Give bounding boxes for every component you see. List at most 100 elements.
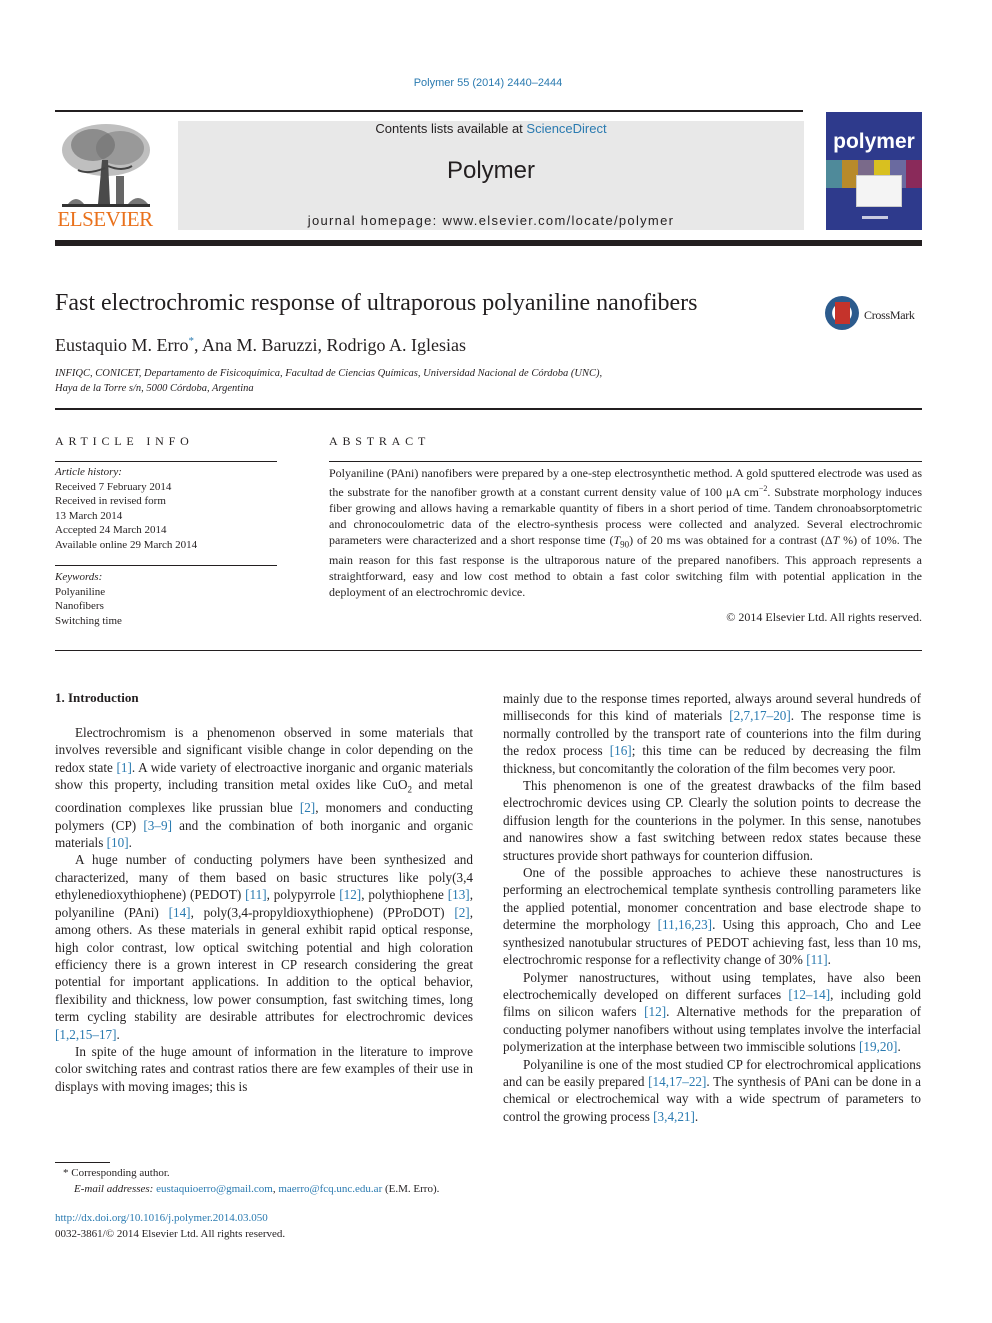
crossmark-label: CrossMark [864, 308, 915, 322]
paragraph: A huge number of conducting polymers hav… [55, 851, 473, 1042]
affiliation: INFIQC, CONICET, Departamento de Fisicoq… [55, 366, 602, 396]
citation-link[interactable]: [3–9] [143, 818, 172, 833]
text: . [897, 1039, 901, 1055]
email-link[interactable]: maerro@fcq.unc.edu.ar [278, 1183, 382, 1195]
citation-link[interactable]: [1,2,15–17] [55, 1027, 117, 1042]
paragraph: Electrochromism is a phenomenon observed… [55, 724, 473, 851]
author-name[interactable]: Eustaquio M. Erro [55, 335, 188, 355]
footnote: * Corresponding author. E-mail addresses… [63, 1165, 439, 1197]
history-item: 13 March 2014 [55, 509, 123, 522]
paragraph: This phenomenon is one of the greatest d… [503, 778, 921, 863]
text: , among others. As these materials in ge… [55, 904, 473, 1025]
email-line: E-mail addresses: eustaquioerro@gmail.co… [63, 1181, 439, 1197]
citation-link[interactable]: [14] [169, 905, 191, 920]
citation-link[interactable]: [12] [339, 887, 361, 902]
paragraph: Polyaniline is one of the most studied C… [503, 1056, 921, 1126]
doi-block: http://dx.doi.org/10.1016/j.polymer.2014… [55, 1210, 285, 1242]
contents-line: Contents lists available at ScienceDirec… [178, 121, 804, 136]
abstract-heading: ABSTRACT [329, 434, 431, 448]
text: . [128, 835, 132, 851]
keyword[interactable]: Polyaniline [55, 585, 122, 600]
abstract-rule [329, 461, 922, 462]
affiliation-line: INFIQC, CONICET, Departamento de Fisicoq… [55, 368, 603, 379]
history-item: Accepted 24 March 2014 [55, 524, 167, 536]
citation-link[interactable]: [11,16,23] [658, 917, 712, 932]
elsevier-tree-icon [58, 120, 154, 210]
citation-link[interactable]: [3,4,21] [653, 1109, 695, 1124]
article-title: Fast electrochromic response of ultrapor… [55, 290, 698, 316]
text: . [694, 1108, 699, 1124]
journal-homepage-link[interactable]: journal homepage: www.elsevier.com/locat… [178, 213, 804, 228]
text: In spite of the huge amount of informati… [55, 1043, 473, 1094]
citation-link[interactable]: [2,7,17–20] [729, 708, 791, 723]
citation-link[interactable]: [10] [107, 835, 129, 850]
citation-link[interactable]: [12–14] [788, 987, 830, 1002]
journal-reference-link[interactable]: Polymer 55 (2014) 2440–2444 [0, 77, 976, 89]
header-rule [55, 110, 803, 112]
sciencedirect-link[interactable]: ScienceDirect [526, 121, 606, 136]
citation-link[interactable]: [2] [300, 800, 315, 815]
crossmark-ribbon-icon [835, 302, 850, 324]
footnote-mark: * [63, 1167, 69, 1179]
article-info-heading: ARTICLE INFO [55, 434, 194, 448]
history-item: Available online 29 March 2014 [55, 538, 198, 551]
email-suffix: (E.M. Erro). [382, 1183, 440, 1195]
keywords-rule [55, 565, 277, 566]
title-rule [55, 408, 922, 410]
cover-footer-mark [862, 216, 888, 219]
copyright-notice: © 2014 Elsevier Ltd. All rights reserved… [726, 610, 922, 624]
author-separator: , [193, 335, 202, 355]
keywords-label: Keywords: [55, 571, 103, 583]
cover-figure-thumbnail [856, 175, 902, 207]
text: . [827, 952, 831, 968]
abstract-text: Polyaniline (PAni) nanofibers were prepa… [329, 465, 922, 600]
text: , polypyrrole [266, 887, 340, 903]
corresponding-author-note: * Corresponding author. [63, 1165, 439, 1181]
citation-link[interactable]: [11] [245, 887, 266, 902]
citation-link[interactable]: [12] [644, 1004, 666, 1019]
abstract-bottom-rule [55, 650, 922, 651]
paragraph: One of the possible approaches to achiev… [503, 864, 921, 968]
doi-link[interactable]: http://dx.doi.org/10.1016/j.polymer.2014… [55, 1212, 268, 1224]
email-link[interactable]: eustaquioerro@gmail.com [156, 1183, 273, 1195]
header-thick-rule [55, 240, 922, 246]
journal-title: Polymer [446, 157, 536, 184]
text: , polythiophene [361, 887, 448, 903]
abstract-subscript: 90 [620, 539, 630, 550]
contents-prefix: Contents lists available at [375, 121, 527, 136]
citation-link[interactable]: [14,17–22] [648, 1074, 706, 1089]
citation-link[interactable]: [19,20] [859, 1039, 897, 1054]
keyword[interactable]: Switching time [55, 614, 122, 629]
paragraph: In spite of the huge amount of informati… [55, 1043, 473, 1095]
text: , poly(3,4-propyldioxythiophene) (PProDO… [190, 904, 455, 920]
article-history: Article history: Received 7 February 201… [55, 465, 197, 552]
citation-link[interactable]: [2] [454, 905, 469, 920]
body-column-left: Electrochromism is a phenomenon observed… [55, 724, 473, 1095]
affiliation-line: Haya de la Torre s/n, 5000 Córdoba, Arge… [55, 383, 254, 394]
body-column-right: mainly due to the response times reporte… [503, 690, 921, 1125]
author-name[interactable]: Rodrigo A. Iglesias [326, 335, 466, 355]
paragraph: Polymer nanostructures, without using te… [503, 969, 921, 1056]
email-label: E-mail addresses: [74, 1183, 154, 1195]
paragraph-continued: mainly due to the response times reporte… [503, 690, 921, 777]
history-label: Article history: [55, 466, 122, 478]
author-name[interactable]: Ana M. Baruzzi [202, 335, 317, 355]
article-info-rule [55, 461, 277, 462]
history-item: Received in revised form [55, 495, 166, 507]
journal-banner: Contents lists available at ScienceDirec… [178, 121, 804, 230]
author-list: Eustaquio M. Erro*, Ana M. Baruzzi, Rodr… [55, 335, 466, 356]
citation-link[interactable]: [13] [448, 887, 470, 902]
issn-line: 0032-3861/© 2014 Elsevier Ltd. All right… [55, 1228, 286, 1240]
footnote-text: Corresponding author. [71, 1167, 170, 1179]
elsevier-wordmark: ELSEVIER [57, 207, 153, 231]
journal-cover-image[interactable]: polymer [826, 112, 922, 230]
abstract-segment: ) of 20 ms was obtained for a contrast (… [629, 533, 833, 547]
keywords: Keywords: Polyaniline Nanofibers Switchi… [55, 570, 122, 628]
citation-link[interactable]: [11] [806, 952, 827, 967]
citation-link[interactable]: [16] [610, 743, 632, 758]
keyword[interactable]: Nanofibers [55, 599, 122, 614]
elsevier-logo[interactable]: ELSEVIER [54, 120, 156, 232]
history-item: Received 7 February 2014 [55, 480, 172, 493]
citation-link[interactable]: [1] [117, 760, 132, 775]
crossmark-button[interactable]: CrossMark [825, 296, 925, 334]
